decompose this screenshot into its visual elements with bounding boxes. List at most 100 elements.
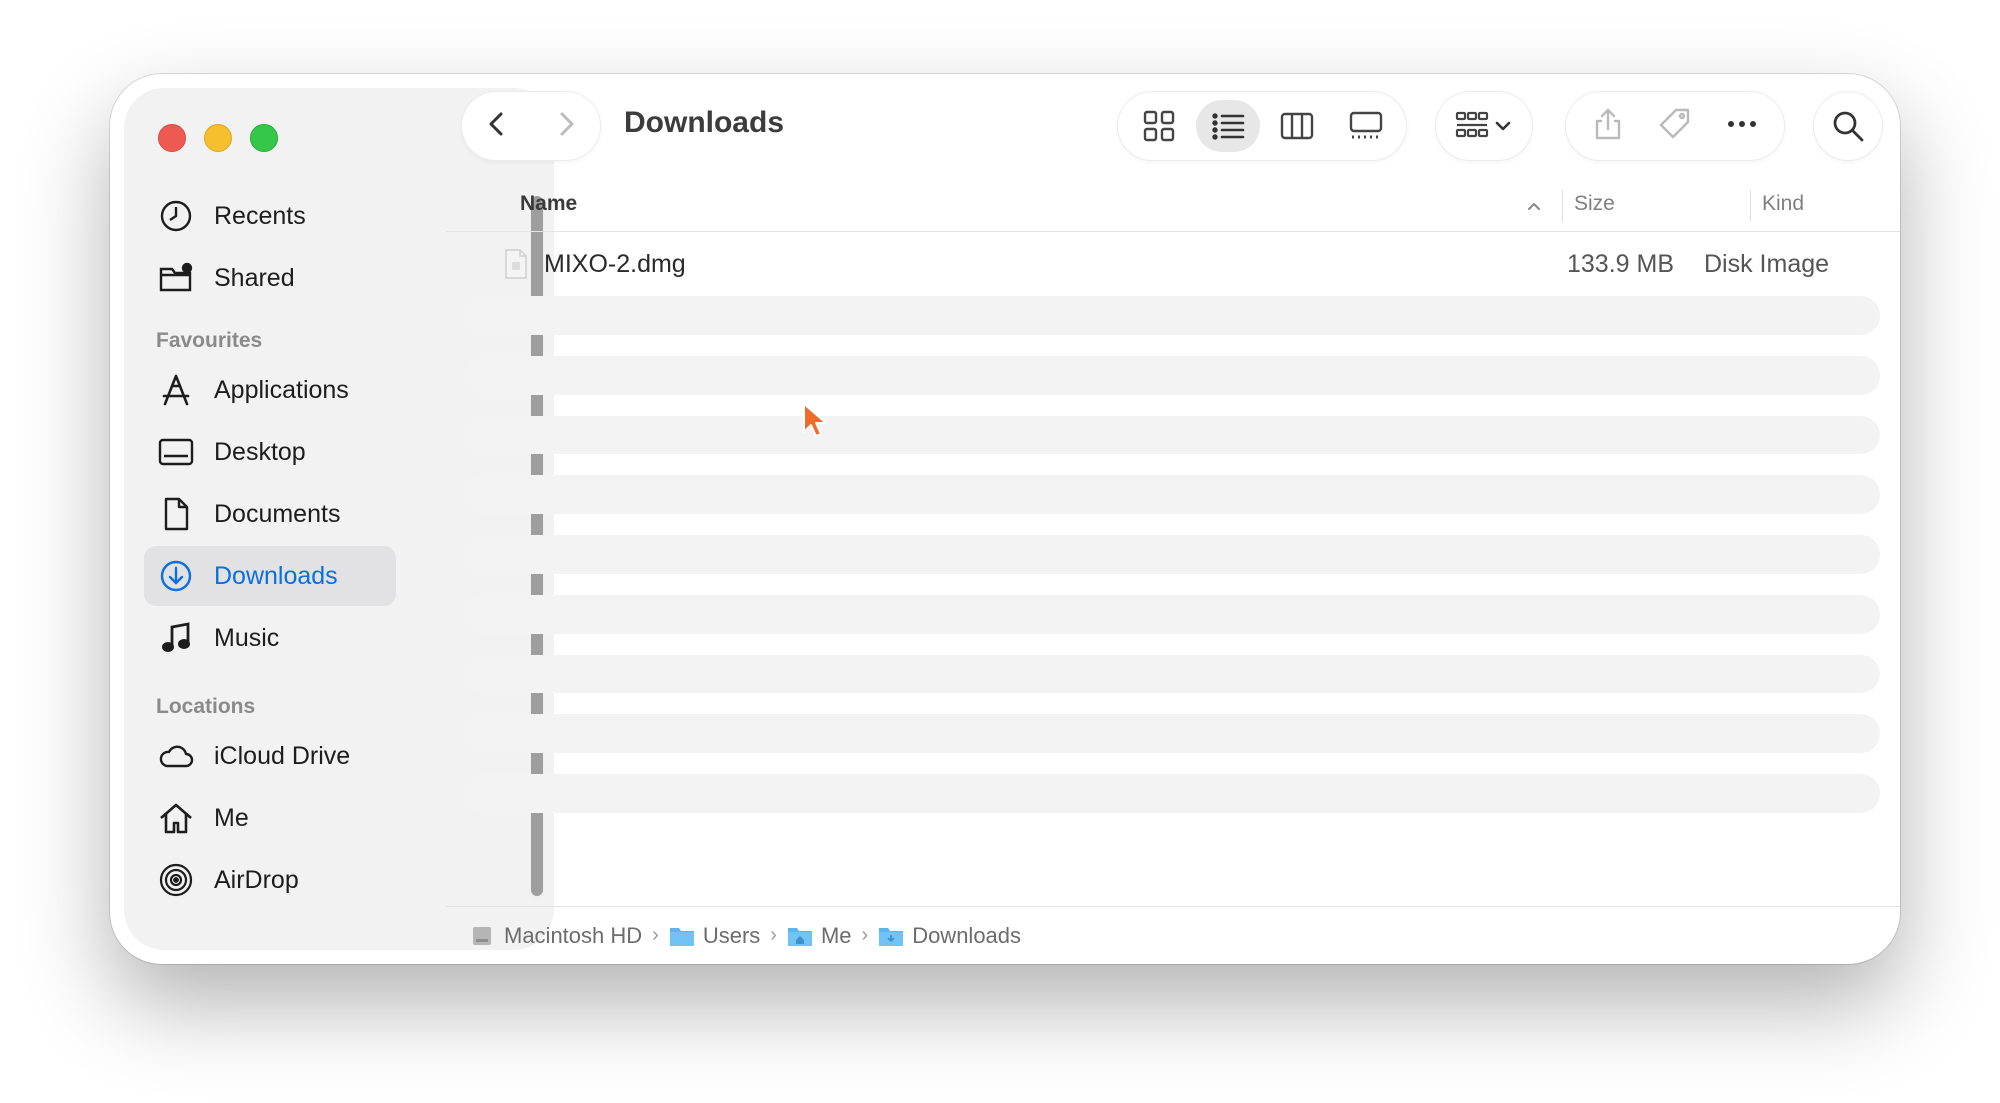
- tag-button[interactable]: [1658, 107, 1692, 146]
- empty-row: [466, 693, 1880, 714]
- sidebar-item-me[interactable]: Me: [144, 788, 396, 848]
- sidebar-list: Recents Shared Favourites Applications D…: [144, 186, 396, 912]
- column-divider[interactable]: [1750, 190, 1751, 222]
- disk-image-file-icon: [505, 249, 527, 279]
- share-icon: [1595, 108, 1620, 139]
- cloud-icon: [156, 736, 196, 776]
- sidebar-item-label: AirDrop: [214, 865, 299, 894]
- sidebar-item-label: iCloud Drive: [214, 741, 351, 770]
- section-title-favourites: Favourites: [156, 329, 263, 352]
- empty-row: [466, 594, 1880, 634]
- window-controls: [158, 124, 278, 152]
- sidebar-item-shared[interactable]: Shared: [144, 248, 396, 308]
- empty-row: [466, 415, 1880, 455]
- path-item-macintosh-hd[interactable]: Macintosh HD ›: [470, 923, 669, 949]
- path-bar: Macintosh HD › Users › Me › Downloads: [446, 906, 1900, 964]
- sidebar-item-label: Documents: [214, 499, 341, 528]
- chevron-right-icon: [560, 112, 573, 135]
- sidebar-item-desktop[interactable]: Desktop: [144, 422, 396, 482]
- sidebar-item-airdrop[interactable]: AirDrop: [144, 850, 396, 910]
- tag-icon: [1659, 108, 1690, 138]
- airdrop-icon: [156, 860, 196, 900]
- zoom-window-button[interactable]: [250, 124, 278, 152]
- search-button[interactable]: [1814, 92, 1882, 160]
- action-buttons: [1566, 92, 1784, 160]
- sidebar-item-applications[interactable]: Applications: [144, 360, 396, 420]
- section-title-locations: Locations: [156, 695, 256, 718]
- sidebar-item-icloud-drive[interactable]: iCloud Drive: [144, 726, 396, 786]
- close-window-button[interactable]: [158, 124, 186, 152]
- chevron-down-icon: [1495, 121, 1511, 131]
- folder-icon: [669, 927, 694, 946]
- gallery-icon: [1349, 111, 1382, 139]
- sidebar-item-downloads[interactable]: Downloads: [144, 546, 396, 606]
- group-by-button[interactable]: [1436, 92, 1532, 160]
- window-title: Downloads: [624, 106, 785, 139]
- share-button[interactable]: [1591, 107, 1625, 146]
- empty-row: [466, 774, 1880, 813]
- mouse-cursor-icon: [803, 403, 827, 437]
- empty-row: [466, 475, 1880, 514]
- sidebar-item-recents[interactable]: Recents: [144, 186, 396, 246]
- empty-row: [466, 714, 1880, 753]
- table-row[interactable]: MIXO-2.dmg 133.9 MB Disk Image: [466, 234, 1880, 296]
- file-name: MIXO-2.dmg: [544, 250, 686, 278]
- column-header-name[interactable]: Name: [520, 192, 577, 216]
- ellipsis-icon: [1728, 120, 1757, 127]
- column-header-kind[interactable]: Kind: [1762, 192, 1804, 216]
- home-icon: [156, 798, 196, 838]
- path-item-users[interactable]: Users ›: [669, 923, 787, 949]
- desktop-icon: [156, 432, 196, 472]
- sidebar-item-label: Me: [214, 803, 249, 832]
- column-header-size[interactable]: Size: [1574, 192, 1615, 216]
- sidebar-item-music[interactable]: Music: [144, 608, 396, 668]
- empty-row: [466, 296, 1880, 335]
- navigation-buttons: [462, 92, 600, 160]
- more-button[interactable]: [1725, 107, 1759, 146]
- document-icon: [156, 494, 196, 534]
- columns-icon: [1280, 112, 1313, 140]
- finder-window: Recents Shared Favourites Applications D…: [110, 74, 1900, 964]
- list-icon: [1211, 113, 1244, 140]
- column-divider[interactable]: [1562, 190, 1563, 222]
- empty-row: [466, 654, 1880, 694]
- path-item-downloads[interactable]: Downloads: [878, 923, 1021, 949]
- applications-icon: [156, 370, 196, 410]
- sidebar-item-label: Recents: [214, 201, 306, 230]
- sidebar-item-label: Desktop: [214, 437, 306, 466]
- music-icon: [156, 618, 196, 658]
- download-icon: [156, 556, 196, 596]
- file-size: 133.9 MB: [1566, 250, 1674, 278]
- grid-icon: [1143, 110, 1174, 142]
- sidebar-item-label: Applications: [214, 375, 349, 404]
- empty-row: [466, 535, 1880, 574]
- column-view-button[interactable]: [1265, 100, 1329, 152]
- back-button[interactable]: [482, 109, 512, 144]
- empty-row: [466, 395, 1880, 416]
- list-view-button[interactable]: [1195, 100, 1260, 152]
- empty-row: [466, 335, 1880, 356]
- path-item-me[interactable]: Me ›: [787, 923, 878, 949]
- sort-ascending-icon[interactable]: [1526, 198, 1542, 214]
- file-list: MIXO-2.dmg 133.9 MB Disk Image: [466, 234, 1880, 914]
- empty-row: [466, 514, 1880, 535]
- clock-icon: [156, 196, 196, 236]
- hard-drive-icon: [473, 926, 491, 945]
- gallery-view-button[interactable]: [1334, 100, 1398, 152]
- file-kind: Disk Image: [1704, 250, 1830, 278]
- minimize-window-button[interactable]: [204, 124, 232, 152]
- empty-row: [466, 574, 1880, 595]
- empty-row: [466, 355, 1880, 395]
- search-icon: [1833, 111, 1864, 142]
- home-folder-icon: [787, 927, 812, 946]
- empty-row: [466, 753, 1880, 774]
- icon-view-button[interactable]: [1127, 100, 1191, 152]
- downloads-folder-icon: [879, 927, 904, 946]
- sidebar-item-label: Shared: [214, 263, 295, 292]
- sidebar-item-label: Downloads: [214, 561, 338, 590]
- sidebar-item-documents[interactable]: Documents: [144, 484, 396, 544]
- group-grid-icon: [1455, 111, 1489, 138]
- forward-button[interactable]: [551, 109, 581, 144]
- chevron-left-icon: [489, 112, 502, 135]
- empty-row: [466, 454, 1880, 475]
